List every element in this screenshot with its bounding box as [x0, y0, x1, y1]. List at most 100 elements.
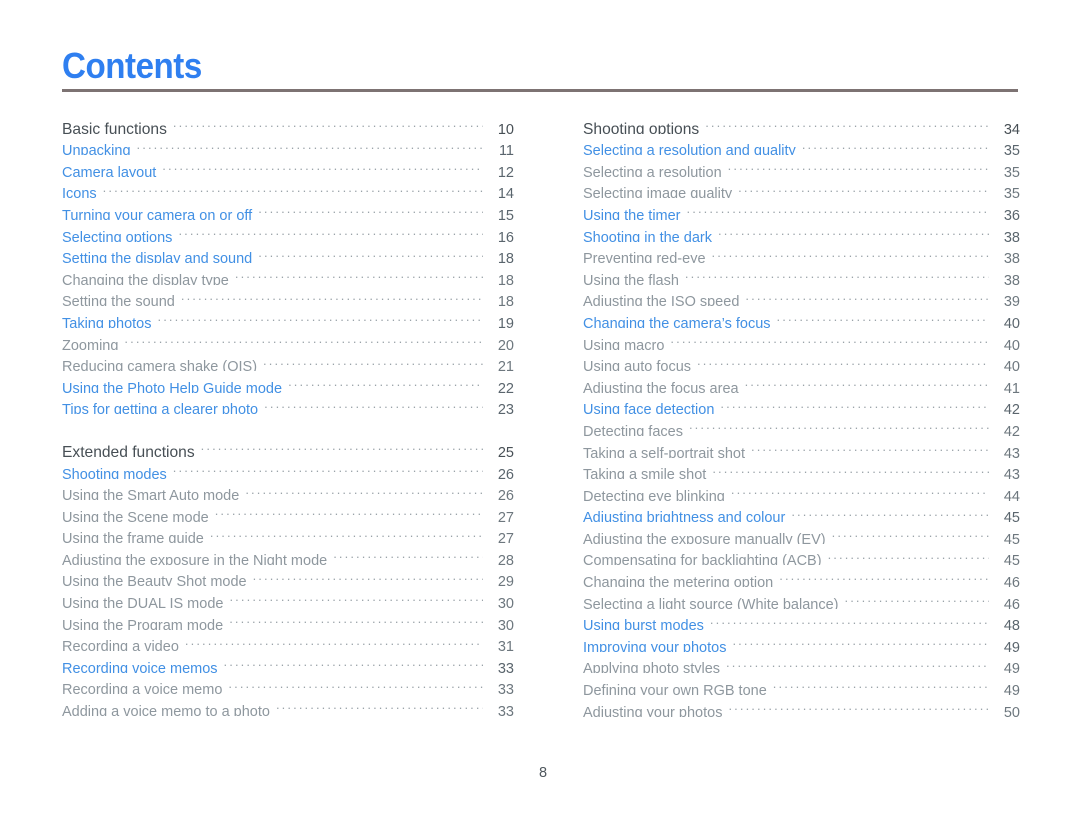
toc-entry[interactable]: Using the Beauty Shot mode 29	[62, 565, 514, 587]
toc-entry-label: Adjusting your photos	[583, 704, 723, 717]
toc-entry-page: 40	[1003, 337, 1020, 350]
toc-entry[interactable]: Shooting in the dark 38	[583, 220, 1020, 242]
toc-entry-page: 46	[1003, 575, 1020, 588]
toc-entry-page: 14	[497, 186, 514, 199]
toc-entry-page: 31	[497, 639, 514, 652]
title-divider	[62, 89, 1018, 92]
toc-entry[interactable]: Compensating for backlighting (ACB) 45	[583, 544, 1020, 566]
toc-entry[interactable]: Adding a voice memo to a photo 33	[62, 694, 514, 716]
toc-entry-label: Selecting a resolution and quality	[583, 143, 796, 156]
toc-entry[interactable]: Setting the sound 18	[62, 285, 514, 307]
toc-entry[interactable]: Taking photos 19	[62, 306, 514, 328]
toc-entry[interactable]: Using face detection 42	[583, 393, 1020, 415]
toc-leader-dots	[229, 586, 483, 608]
toc-entry[interactable]: Using the Program mode 30	[62, 608, 514, 630]
toc-entry[interactable]: Changing the metering option 46	[583, 565, 1020, 587]
toc-entry[interactable]: Selecting a light source (White balance)…	[583, 587, 1020, 609]
toc-leader-dots	[157, 306, 483, 328]
toc-entry-page: 33	[497, 704, 514, 717]
toc-entry[interactable]: Reducing camera shake (OIS) 21	[62, 350, 514, 372]
toc-entry[interactable]: Detecting eye blinking 44	[583, 479, 1020, 501]
toc-entry[interactable]: Tips for getting a clearer photo 23	[62, 393, 514, 415]
toc-entry[interactable]: Taking a self-portrait shot 43	[583, 436, 1020, 458]
toc-entry-page: 23	[497, 402, 514, 415]
toc-leader-dots	[178, 220, 483, 242]
toc-entry[interactable]: Improving your photos 49	[583, 630, 1020, 652]
toc-leader-dots	[276, 694, 483, 716]
toc-entry-page: 38	[1003, 251, 1020, 264]
toc-entry[interactable]: Recording a video 31	[62, 630, 514, 652]
toc-entry[interactable]: Adjusting your photos 50	[583, 695, 1020, 717]
toc-entry[interactable]: Using burst modes 48	[583, 609, 1020, 631]
toc-entry[interactable]: Adjusting the exposure in the Night mode…	[62, 543, 514, 565]
toc-entry-label: Using the Smart Auto mode	[62, 488, 240, 501]
toc-entry[interactable]: Setting the display and sound 18	[62, 242, 514, 264]
toc-entry[interactable]: Applying photo styles 49	[583, 652, 1020, 674]
toc-entry-page: 42	[1003, 423, 1020, 436]
toc-entry-label: Using the DUAL IS mode	[62, 596, 224, 609]
toc-leader-dots	[181, 285, 483, 307]
toc-entry-page: 33	[497, 682, 514, 695]
toc-leader-dots	[732, 630, 989, 652]
toc-entry-page: 11	[498, 143, 514, 156]
toc-entry[interactable]: Adjusting the ISO speed 39	[583, 285, 1020, 307]
toc-entry[interactable]: Using the Scene mode 27	[62, 500, 514, 522]
toc-entry[interactable]: Recording a voice memo 33	[62, 673, 514, 695]
toc-entry[interactable]: Using macro 40	[583, 328, 1020, 350]
toc-entry[interactable]: Selecting a resolution and quality 35	[583, 134, 1020, 156]
toc-entry-label: Using burst modes	[583, 618, 704, 631]
toc-leader-dots	[710, 609, 989, 631]
toc-entry-page: 18	[497, 251, 514, 264]
toc-entry[interactable]: Using the Photo Help Guide mode 22	[62, 371, 514, 393]
toc-entry[interactable]: Camera layout 12	[62, 155, 514, 177]
toc-entry[interactable]: Icons 14	[62, 177, 514, 199]
toc-entry[interactable]: Unpacking 11	[62, 134, 514, 156]
toc-entry-page: 49	[1003, 661, 1020, 674]
toc-entry[interactable]: Selecting a resolution 35	[583, 155, 1020, 177]
toc-entry[interactable]: Turning your camera on or off 15	[62, 198, 514, 220]
toc-entry[interactable]: Changing the camera’s focus 40	[583, 306, 1020, 328]
toc-entry-page: 35	[1003, 186, 1020, 199]
toc-entry-label: Using face detection	[583, 402, 715, 415]
toc-column-left: Basic functions10Unpacking11Camera layou…	[62, 112, 514, 716]
toc-entry-page: 41	[1003, 380, 1020, 393]
toc-leader-dots	[670, 328, 989, 350]
toc-entry[interactable]: Using the timer 36	[583, 198, 1020, 220]
toc-entry[interactable]: Zooming 20	[62, 328, 514, 350]
toc-entry[interactable]: Adjusting the focus area 41	[583, 371, 1020, 393]
toc-leader-dots	[712, 242, 989, 264]
toc-entry[interactable]: Defining your own RGB tone 49	[583, 673, 1020, 695]
toc-leader-dots	[728, 695, 989, 717]
toc-leader-dots	[828, 544, 989, 566]
toc-entry-label: Using the flash	[583, 272, 679, 285]
toc-entry-page: 39	[1003, 294, 1020, 307]
toc-entry[interactable]: Using auto focus 40	[583, 350, 1020, 372]
toc-entry-page: 30	[497, 596, 514, 609]
toc-entry-page: 44	[1003, 488, 1020, 501]
toc-entry-label: Using the Beauty Shot mode	[62, 574, 247, 587]
toc-entry-page: 18	[497, 294, 514, 307]
toc-entry-page: 20	[497, 337, 514, 350]
toc-entry-page: 49	[1003, 683, 1020, 696]
toc-entry[interactable]: Shooting modes 26	[62, 457, 514, 479]
toc-entry[interactable]: Detecting faces 42	[583, 414, 1020, 436]
toc-entry[interactable]: Taking a smile shot 43	[583, 458, 1020, 480]
toc-entry[interactable]: Using the Smart Auto mode 26	[62, 479, 514, 501]
toc-entry[interactable]: Using the DUAL IS mode 30	[62, 586, 514, 608]
toc-entry-page: 35	[1003, 143, 1020, 156]
toc-entry[interactable]: Using the flash 38	[583, 263, 1020, 285]
toc-entry-page: 21	[497, 359, 514, 372]
toc-entry[interactable]: Changing the display type 18	[62, 263, 514, 285]
toc-entry-page: 26	[497, 488, 514, 501]
toc-entry[interactable]: Adjusting the exposure manually (EV) 45	[583, 522, 1020, 544]
toc-entry[interactable]: Adjusting brightness and colour 45	[583, 501, 1020, 523]
toc-entry[interactable]: Using the frame guide 27	[62, 522, 514, 544]
toc-entry-page: 16	[497, 229, 514, 242]
toc-leader-dots	[173, 112, 483, 134]
toc-entry-label: Recording a video	[62, 639, 179, 652]
toc-entry[interactable]: Preventing red-eye 38	[583, 242, 1020, 264]
toc-entry-label: Defining your own RGB tone	[583, 683, 767, 696]
toc-entry[interactable]: Selecting options 16	[62, 220, 514, 242]
toc-entry[interactable]: Selecting image quality 35	[583, 177, 1020, 199]
toc-entry[interactable]: Recording voice memos 33	[62, 651, 514, 673]
